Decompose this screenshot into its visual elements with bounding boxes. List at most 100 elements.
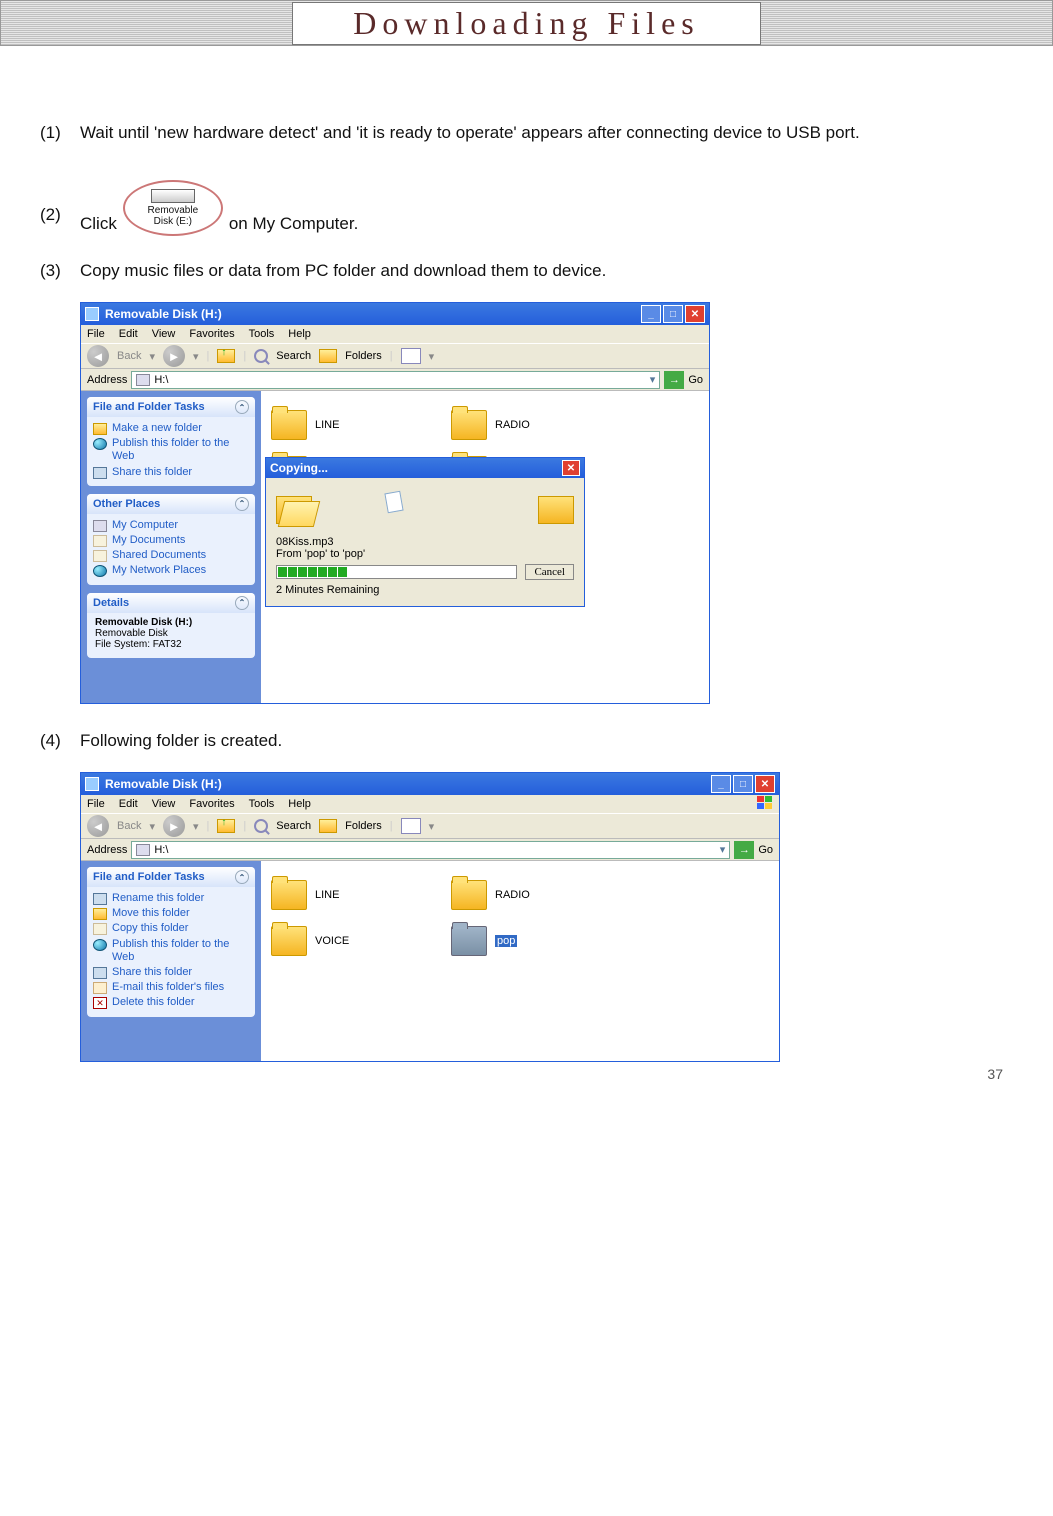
task-delete[interactable]: ✕Delete this folder xyxy=(93,995,249,1010)
other-my-computer[interactable]: My Computer xyxy=(93,518,249,533)
details-panel: Details⌃ Removable Disk (H:) Removable D… xyxy=(87,593,255,658)
details-type: Removable Disk xyxy=(95,628,247,639)
titlebar[interactable]: Removable Disk (H:) _ □ ✕ xyxy=(81,303,709,325)
step-4-number: (4) xyxy=(40,724,80,758)
minimize-button[interactable]: _ xyxy=(711,775,731,793)
collapse-icon[interactable]: ⌃ xyxy=(235,497,249,511)
step-3: (3) Copy music files or data from PC fol… xyxy=(40,254,1013,288)
menu-file[interactable]: File xyxy=(87,328,105,340)
close-button[interactable]: ✕ xyxy=(685,305,705,323)
titlebar[interactable]: Removable Disk (H:) _ □ ✕ xyxy=(81,773,779,795)
task-copy[interactable]: Copy this folder xyxy=(93,921,249,936)
menu-favorites[interactable]: Favorites xyxy=(189,328,234,340)
forward-button[interactable]: ► xyxy=(163,815,185,837)
task-move[interactable]: Move this folder xyxy=(93,906,249,921)
maximize-button[interactable]: □ xyxy=(733,775,753,793)
close-button[interactable]: ✕ xyxy=(755,775,775,793)
folder-icon xyxy=(271,880,307,910)
folder-view[interactable]: LINE RADIO VOICE pop xyxy=(261,861,779,1061)
folders-icon xyxy=(319,349,337,363)
forward-button[interactable]: ► xyxy=(163,345,185,367)
drive-icon xyxy=(136,844,150,856)
window-title: Removable Disk (H:) xyxy=(105,307,222,321)
menu-view[interactable]: View xyxy=(152,328,176,340)
task-share[interactable]: Share this folder xyxy=(93,465,249,480)
details-header: Details xyxy=(93,597,129,609)
views-button[interactable] xyxy=(401,348,421,364)
tasks-header: File and Folder Tasks xyxy=(93,871,205,883)
close-button[interactable]: ✕ xyxy=(562,460,580,476)
menu-help[interactable]: Help xyxy=(288,328,311,340)
folder-line[interactable]: LINE xyxy=(271,405,451,445)
address-field[interactable]: H:\ ▾ xyxy=(131,841,730,859)
address-field[interactable]: H:\ ▾ xyxy=(131,371,660,389)
task-rename[interactable]: Rename this folder xyxy=(93,891,249,906)
menu-help[interactable]: Help xyxy=(288,798,311,810)
go-label: Go xyxy=(688,374,703,386)
maximize-button[interactable]: □ xyxy=(663,305,683,323)
side-panel: File and Folder Tasks ⌃ Rename this folde… xyxy=(81,861,261,1061)
folder-icon xyxy=(271,926,307,956)
drive-icon xyxy=(151,189,195,203)
drive-label-1: Removable xyxy=(148,205,199,216)
step-2-text-post: on My Computer. xyxy=(229,212,358,236)
collapse-icon[interactable]: ⌃ xyxy=(235,870,249,884)
folders-button[interactable]: Folders xyxy=(345,350,382,362)
back-button[interactable]: ◄ xyxy=(87,345,109,367)
menu-favorites[interactable]: Favorites xyxy=(189,798,234,810)
task-share[interactable]: Share this folder xyxy=(93,965,249,980)
address-dropdown-icon[interactable]: ▾ xyxy=(650,373,656,386)
window-title: Removable Disk (H:) xyxy=(105,777,222,791)
menu-edit[interactable]: Edit xyxy=(119,798,138,810)
other-network[interactable]: My Network Places xyxy=(93,563,249,578)
folder-icon xyxy=(451,880,487,910)
other-shared-docs[interactable]: Shared Documents xyxy=(93,548,249,563)
address-dropdown-icon[interactable]: ▾ xyxy=(720,843,726,856)
step-4: (4) Following folder is created. xyxy=(40,724,1013,758)
go-button[interactable]: → xyxy=(734,841,754,859)
folder-icon xyxy=(538,496,574,524)
step-2-number: (2) xyxy=(40,198,80,236)
back-label: Back xyxy=(117,820,141,832)
up-button[interactable] xyxy=(217,349,235,363)
folder-voice[interactable]: VOICE xyxy=(271,921,451,961)
copy-titlebar[interactable]: Copying... ✕ xyxy=(266,458,584,478)
task-new-folder[interactable]: Make a new folder xyxy=(93,421,249,436)
menu-tools[interactable]: Tools xyxy=(249,798,275,810)
search-button[interactable]: Search xyxy=(276,820,311,832)
cancel-button[interactable]: Cancel xyxy=(525,564,574,580)
task-publish[interactable]: Publish this folder to the Web xyxy=(93,937,249,965)
task-email[interactable]: E-mail this folder's files xyxy=(93,980,249,995)
tasks-panel: File and Folder Tasks ⌃ Rename this folde… xyxy=(87,867,255,1017)
views-button[interactable] xyxy=(401,818,421,834)
step-2: (2) Click Removable Disk (E:) on My Comp… xyxy=(40,180,1013,236)
folder-radio[interactable]: RADIO xyxy=(451,405,631,445)
address-bar: Address H:\ ▾ → Go xyxy=(81,839,779,861)
address-bar: Address H:\ ▾ → Go xyxy=(81,369,709,391)
folders-button[interactable]: Folders xyxy=(345,820,382,832)
menu-file[interactable]: File xyxy=(87,798,105,810)
folder-pop-selected[interactable]: pop xyxy=(451,921,631,961)
document-icon xyxy=(384,491,403,513)
collapse-icon[interactable]: ⌃ xyxy=(235,400,249,414)
page-banner: Downloading Files xyxy=(0,0,1053,46)
collapse-icon[interactable]: ⌃ xyxy=(235,596,249,610)
up-button[interactable] xyxy=(217,819,235,833)
menu-edit[interactable]: Edit xyxy=(119,328,138,340)
go-label: Go xyxy=(758,844,773,856)
minimize-button[interactable]: _ xyxy=(641,305,661,323)
menu-view[interactable]: View xyxy=(152,798,176,810)
folders-icon xyxy=(319,819,337,833)
search-button[interactable]: Search xyxy=(276,350,311,362)
folder-line[interactable]: LINE xyxy=(271,875,451,915)
task-publish[interactable]: Publish this folder to the Web xyxy=(93,436,249,464)
folder-view[interactable]: LINE RADIO VOICE pop Copying... ✕ xyxy=(261,391,709,703)
menu-tools[interactable]: Tools xyxy=(249,328,275,340)
other-my-documents[interactable]: My Documents xyxy=(93,533,249,548)
explorer-window-1: Removable Disk (H:) _ □ ✕ File Edit View… xyxy=(80,302,710,704)
go-button[interactable]: → xyxy=(664,371,684,389)
folder-icon xyxy=(451,410,487,440)
progress-bar xyxy=(276,565,517,579)
folder-radio[interactable]: RADIO xyxy=(451,875,631,915)
back-button[interactable]: ◄ xyxy=(87,815,109,837)
